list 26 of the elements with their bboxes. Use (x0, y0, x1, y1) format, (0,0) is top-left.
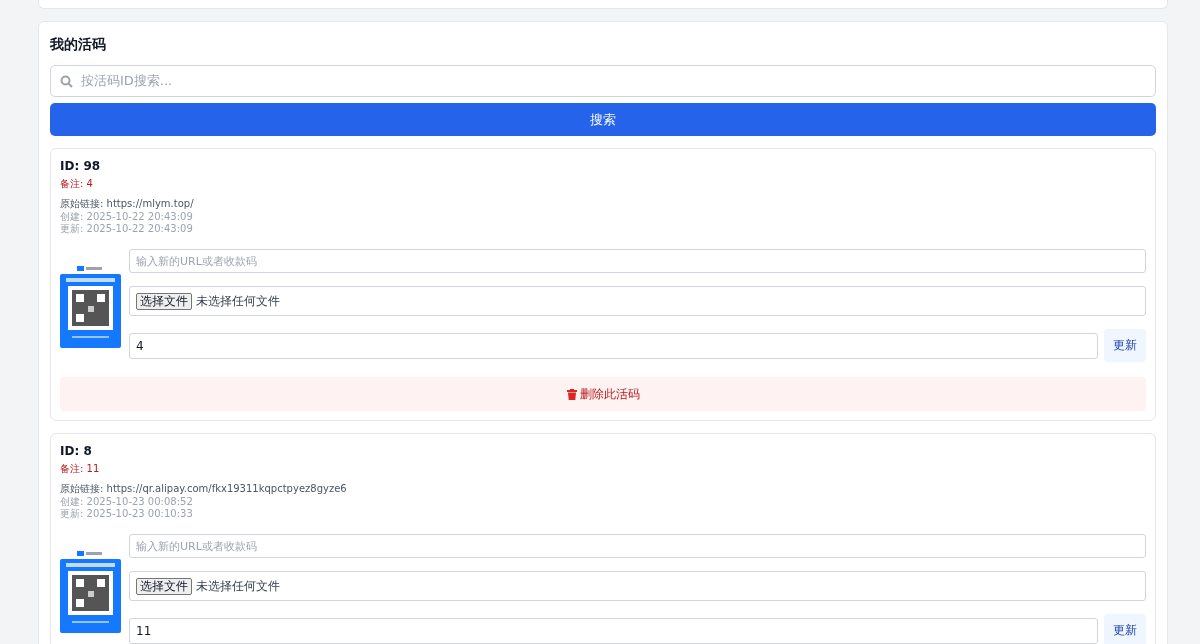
search-icon (60, 75, 73, 88)
url-input-field[interactable]: 输入新的URL或者收款码 (129, 534, 1146, 558)
file-input-field[interactable]: 选择文件 未选择任何文件 (129, 286, 1146, 316)
file-status: 未选择任何文件 (196, 577, 280, 595)
search-field[interactable]: 按活码ID搜索... (50, 65, 1156, 97)
update-button[interactable]: 更新 (1104, 614, 1146, 644)
created-time: 创建: 2025-10-22 20:43:09 (60, 211, 194, 223)
note-input-field[interactable]: 11 (129, 617, 1098, 644)
update-button[interactable]: 更新 (1104, 329, 1146, 362)
delete-button[interactable]: 删除此活码 (60, 377, 1146, 411)
url-input-field[interactable]: 输入新的URL或者收款码 (129, 249, 1146, 273)
choose-file-button[interactable]: 选择文件 (136, 292, 192, 310)
note-input-field[interactable]: 4 (129, 332, 1098, 359)
note-text: 备注: 4 (60, 177, 94, 191)
choose-file-button[interactable]: 选择文件 (136, 577, 192, 595)
file-status: 未选择任何文件 (196, 292, 280, 310)
section-title: 我的活码 (50, 35, 107, 54)
updated-time: 更新: 2025-10-22 20:43:09 (60, 223, 194, 235)
trash-icon (566, 388, 577, 400)
file-input-field[interactable]: 选择文件 未选择任何文件 (129, 571, 1146, 601)
code-id: ID: 98 (60, 158, 102, 174)
created-time: 创建: 2025-10-23 00:08:52 (60, 496, 194, 508)
code-id: ID: 8 (60, 443, 93, 459)
search-button[interactable]: 搜索 (50, 103, 1156, 136)
note-text: 备注: 11 (60, 462, 101, 476)
updated-time: 更新: 2025-10-23 00:10:33 (60, 508, 194, 520)
